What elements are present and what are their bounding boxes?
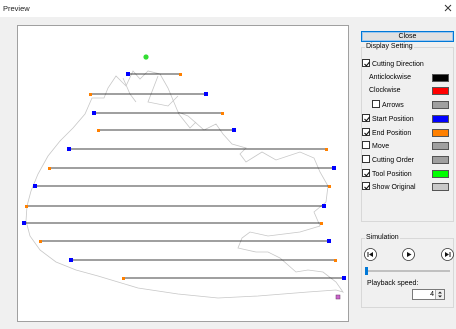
color-swatch[interactable] bbox=[432, 128, 449, 137]
cutting-lines bbox=[24, 73, 344, 279]
play-icon[interactable] bbox=[402, 248, 415, 261]
option-label: Show Original bbox=[372, 184, 416, 192]
option-label: End Position bbox=[372, 129, 412, 137]
color-swatch[interactable] bbox=[432, 169, 449, 178]
checkbox[interactable] bbox=[362, 113, 371, 122]
side-panel: Close Display Setting Cutting Direction A… bbox=[355, 27, 456, 329]
toolpath-drawing bbox=[22, 54, 346, 300]
simulation-slider[interactable] bbox=[365, 267, 450, 275]
checkbox[interactable] bbox=[362, 168, 371, 177]
start-markers bbox=[22, 72, 346, 280]
tool-position-marker bbox=[143, 54, 149, 60]
playback-speed-value[interactable]: 4 bbox=[430, 291, 434, 298]
move-end-marker bbox=[335, 294, 341, 300]
color-swatch[interactable] bbox=[432, 101, 449, 110]
simulation-controls bbox=[355, 248, 456, 262]
preview-canvas[interactable] bbox=[17, 25, 349, 322]
color-swatch[interactable] bbox=[432, 183, 449, 192]
option-label: Cutting Direction bbox=[372, 61, 424, 68]
window-close-icon[interactable] bbox=[442, 2, 454, 14]
option-label: Arrows bbox=[382, 102, 404, 110]
checkbox[interactable] bbox=[362, 154, 370, 163]
option-label: Start Position bbox=[372, 115, 414, 123]
checkbox[interactable] bbox=[362, 141, 370, 150]
slider-thumb[interactable] bbox=[365, 267, 368, 275]
window-title: Preview bbox=[3, 4, 30, 13]
color-swatch[interactable] bbox=[432, 142, 449, 151]
option-label: Move bbox=[372, 143, 390, 151]
skip-start-icon[interactable] bbox=[364, 248, 377, 261]
slider-track bbox=[365, 270, 450, 272]
end-markers bbox=[25, 73, 337, 280]
option-label: Tool Position bbox=[372, 170, 412, 178]
option-label: Anticlockwise bbox=[369, 73, 412, 81]
color-swatch[interactable] bbox=[432, 73, 449, 82]
option-label: Clockwise bbox=[369, 87, 401, 95]
original-outline bbox=[25, 70, 344, 299]
display-option-cutting-direction[interactable]: Cutting Direction bbox=[362, 59, 456, 70]
skip-end-icon[interactable] bbox=[441, 248, 454, 261]
playback-speed-spinner[interactable]: 4 bbox=[412, 289, 445, 300]
playback-speed-label: Playback speed: bbox=[367, 280, 419, 287]
checkbox[interactable] bbox=[362, 182, 371, 191]
checkbox[interactable] bbox=[372, 100, 380, 109]
close-button[interactable]: Close bbox=[361, 31, 454, 42]
option-label: Cutting Order bbox=[372, 156, 415, 164]
title-bar: Preview bbox=[0, 0, 456, 17]
simulation-title: Simulation bbox=[365, 234, 400, 241]
checkbox[interactable] bbox=[362, 127, 371, 136]
color-swatch[interactable] bbox=[432, 87, 449, 96]
spinner-arrows-icon[interactable] bbox=[435, 290, 444, 299]
color-swatch[interactable] bbox=[432, 155, 449, 164]
color-swatch[interactable] bbox=[432, 114, 449, 123]
original-detail bbox=[122, 75, 197, 129]
checkbox[interactable] bbox=[362, 59, 371, 67]
display-setting-title: Display Setting bbox=[365, 43, 414, 50]
